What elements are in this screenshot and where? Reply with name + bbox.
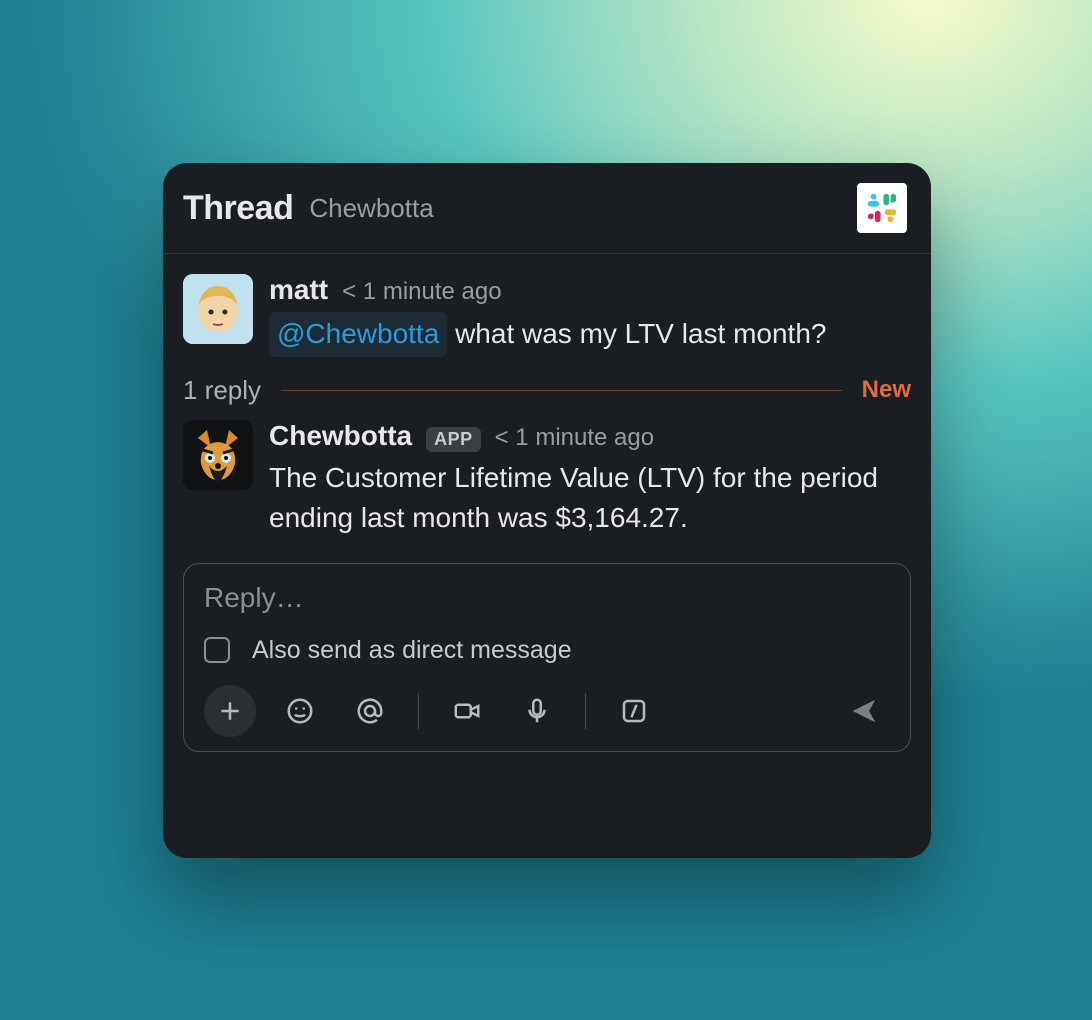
mention-button[interactable] bbox=[344, 685, 396, 737]
message-text: @Chewbotta what was my LTV last month? bbox=[269, 312, 911, 357]
mention[interactable]: @Chewbotta bbox=[269, 312, 447, 357]
thread-title: Thread bbox=[183, 189, 293, 228]
reply-count: 1 reply bbox=[183, 375, 261, 406]
composer-toolbar bbox=[204, 685, 890, 737]
thread-subtitle: Chewbotta bbox=[309, 193, 433, 224]
avatar-matt bbox=[183, 274, 253, 344]
message-timestamp: < 1 minute ago bbox=[342, 278, 501, 306]
avatar-chewbotta bbox=[183, 420, 253, 490]
reply-input[interactable] bbox=[204, 582, 890, 614]
app-badge: APP bbox=[426, 427, 481, 452]
send-button[interactable] bbox=[838, 685, 890, 737]
message-row: matt < 1 minute ago @Chewbotta what was … bbox=[183, 274, 911, 357]
message-text: The Customer Lifetime Value (LTV) for th… bbox=[269, 458, 911, 539]
reply-separator: 1 reply New bbox=[183, 375, 911, 406]
video-button[interactable] bbox=[441, 685, 493, 737]
attach-plus-button[interactable] bbox=[204, 685, 256, 737]
new-label: New bbox=[862, 376, 911, 404]
thread-header: Thread Chewbotta bbox=[163, 163, 931, 254]
toolbar-divider bbox=[585, 693, 586, 729]
shortcuts-button[interactable] bbox=[608, 685, 660, 737]
reply-composer: Also send as direct message bbox=[183, 563, 911, 752]
message-timestamp: < 1 minute ago bbox=[495, 424, 654, 452]
also-send-dm-checkbox[interactable] bbox=[204, 637, 230, 663]
emoji-button[interactable] bbox=[274, 685, 326, 737]
slack-logo-icon bbox=[857, 183, 907, 233]
message-author: Chewbotta bbox=[269, 420, 412, 452]
message-text-fragment: what was my LTV last month? bbox=[447, 318, 826, 349]
thread-panel: Thread Chewbotta bbox=[163, 163, 931, 858]
message-row: Chewbotta APP < 1 minute ago The Custome… bbox=[183, 420, 911, 539]
audio-button[interactable] bbox=[511, 685, 563, 737]
toolbar-divider bbox=[418, 693, 419, 729]
message-author: matt bbox=[269, 274, 328, 306]
separator-line bbox=[281, 390, 842, 391]
also-send-dm-label: Also send as direct message bbox=[252, 636, 572, 665]
